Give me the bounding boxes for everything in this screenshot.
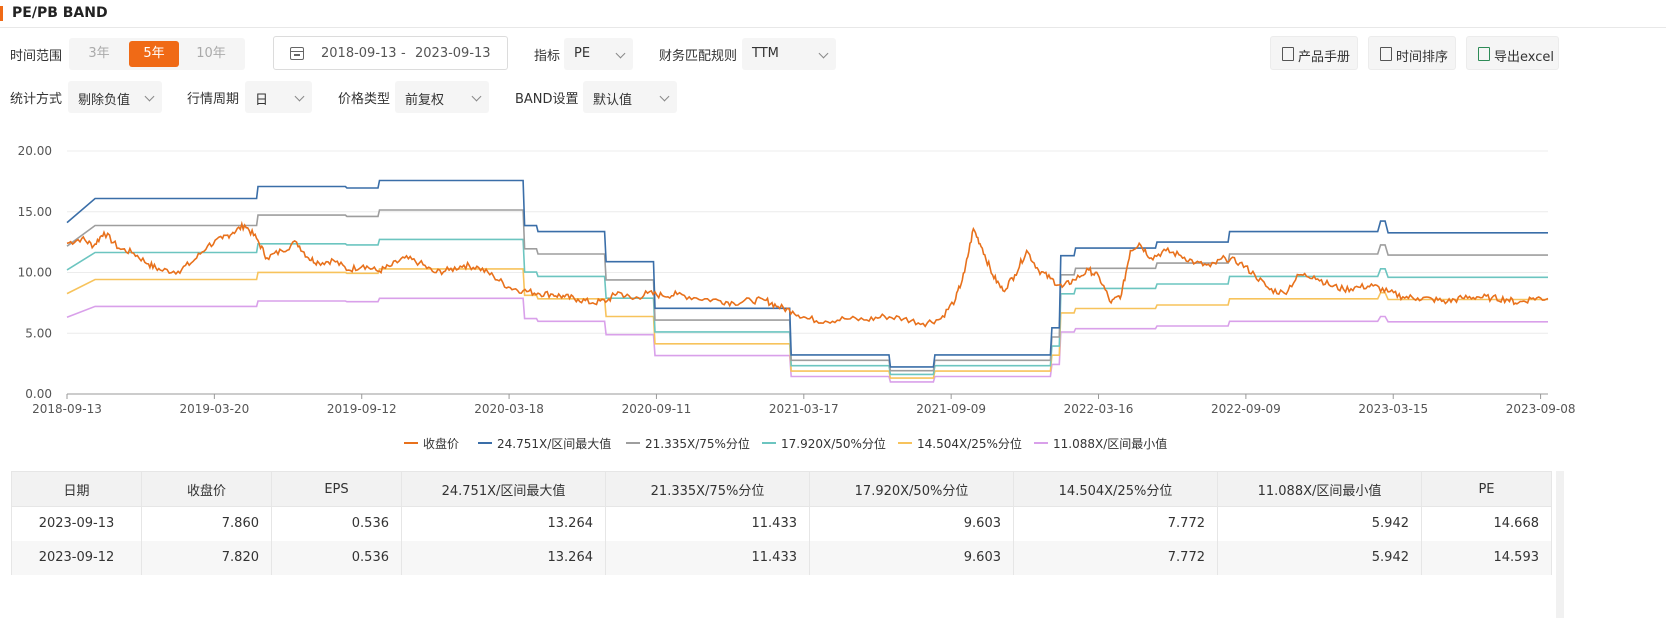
legend-label: 17.920X/50%分位 (781, 437, 886, 451)
column-header[interactable]: 11.088X/区间最小值 (1217, 471, 1422, 507)
table-scrollbar[interactable] (1556, 471, 1564, 618)
x-tick-label: 2018-09-13 (32, 402, 102, 416)
y-tick-label: 10.00 (18, 266, 52, 280)
x-tick-label: 2019-03-20 (179, 402, 249, 416)
table-cell: 11.433 (605, 506, 810, 541)
column-header[interactable]: PE (1421, 471, 1552, 507)
table-cell: 9.603 (809, 506, 1014, 541)
legend-swatch (762, 442, 776, 444)
table-cell: 14.668 (1421, 506, 1552, 541)
band-line-min (66, 297, 1548, 383)
chart-legend: 收盘价 24.751X/区间最大值 21.335X/75%分位 17.920X/50%… (0, 434, 1666, 452)
table-cell: 7.772 (1013, 540, 1218, 575)
table-cell: 0.536 (271, 540, 402, 575)
legend-label: 14.504X/25%分位 (917, 437, 1022, 451)
band-line-p75 (66, 209, 1548, 372)
y-tick-label: 5.00 (25, 326, 52, 340)
y-tick-label: 0.00 (25, 387, 52, 401)
column-header[interactable]: 收盘价 (141, 471, 272, 507)
legend-swatch (478, 442, 492, 444)
x-tick-label: 2021-03-17 (769, 402, 839, 416)
y-axis-ticks: 0.00 5.00 10.00 15.00 20.00 (18, 144, 52, 401)
table-cell: 2023-09-12 (11, 540, 142, 575)
column-header[interactable]: 21.335X/75%分位 (605, 471, 810, 507)
column-header[interactable]: 14.504X/25%分位 (1013, 471, 1218, 507)
legend-label: 收盘价 (423, 437, 460, 451)
table-header-row: 日期 收盘价 EPS 24.751X/区间最大值 21.335X/75%分位 17.920… (11, 471, 1552, 507)
x-tick-label: 2020-03-18 (474, 402, 544, 416)
band-line-max (66, 179, 1548, 368)
legend-label: 21.335X/75%分位 (645, 437, 750, 451)
table-cell: 13.264 (401, 506, 606, 541)
table-cell: 5.942 (1217, 540, 1422, 575)
close-price-line (66, 220, 1549, 328)
table-row: 2023-09-12 7.820 0.536 13.264 11.433 9.603 7.7… (11, 540, 1552, 575)
legend-swatch (404, 442, 418, 444)
legend-label: 11.088X/区间最小值 (1053, 437, 1168, 451)
table-cell: 7.772 (1013, 506, 1218, 541)
x-axis-ticks: 2018-09-13 2019-03-20 2019-09-12 2020-03-18… (32, 394, 1575, 416)
close-price-series (66, 220, 1549, 328)
legend-label: 24.751X/区间最大值 (497, 437, 612, 451)
column-header[interactable]: 17.920X/50%分位 (809, 471, 1014, 507)
table-cell: 9.603 (809, 540, 1014, 575)
table-cell: 11.433 (605, 540, 810, 575)
legend-swatch (898, 442, 912, 444)
x-tick-label: 2023-03-15 (1358, 402, 1428, 416)
data-table: 日期 收盘价 EPS 24.751X/区间最大值 21.335X/75%分位 17.920… (11, 471, 1552, 575)
table-cell: 0.536 (271, 506, 402, 541)
x-tick-label: 2023-09-08 (1506, 402, 1576, 416)
table-cell: 5.942 (1217, 506, 1422, 541)
column-header[interactable]: EPS (271, 471, 402, 507)
table-cell: 2023-09-13 (11, 506, 142, 541)
legend-swatch (1034, 442, 1048, 444)
x-tick-label: 2021-09-09 (916, 402, 986, 416)
x-tick-label: 2020-09-11 (622, 402, 692, 416)
column-header[interactable]: 日期 (11, 471, 142, 507)
column-header[interactable]: 24.751X/区间最大值 (401, 471, 606, 507)
y-tick-label: 15.00 (18, 205, 52, 219)
table-row: 2023-09-13 7.860 0.536 13.264 11.433 9.603 7.7… (11, 506, 1552, 541)
table-cell: 7.860 (141, 506, 272, 541)
table-cell: 13.264 (401, 540, 606, 575)
x-tick-label: 2022-09-09 (1211, 402, 1281, 416)
y-tick-label: 20.00 (18, 144, 52, 158)
pe-band-chart[interactable]: 0.00 5.00 10.00 15.00 20.00 2018-09-13 2019-0… (0, 0, 1666, 430)
x-tick-label: 2019-09-12 (327, 402, 397, 416)
table-cell: 7.820 (141, 540, 272, 575)
table-cell: 14.593 (1421, 540, 1552, 575)
band-line-p25 (66, 268, 1548, 379)
x-tick-label: 2022-03-16 (1064, 402, 1134, 416)
legend-swatch (626, 442, 640, 444)
